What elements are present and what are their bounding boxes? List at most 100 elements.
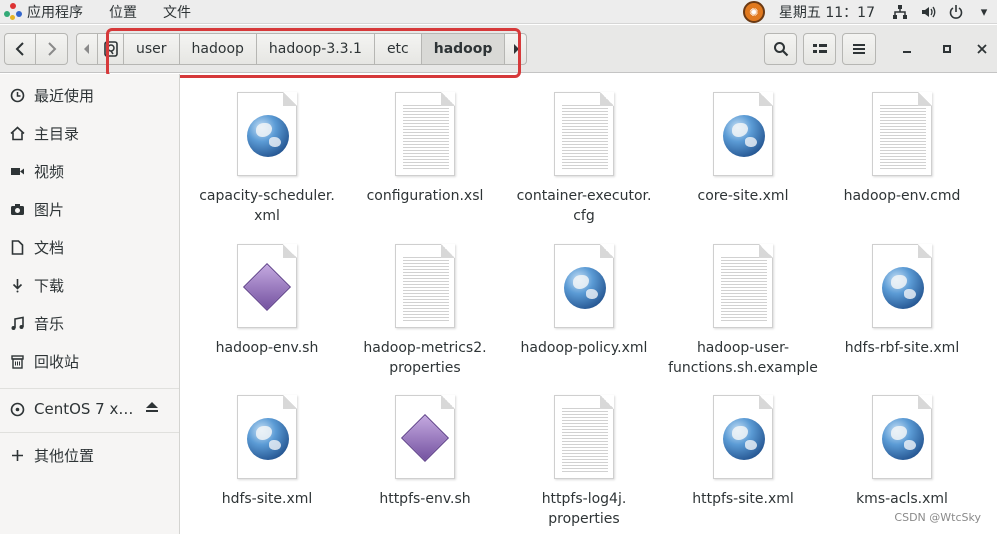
download-icon	[0, 278, 34, 293]
menu-files[interactable]: 文件	[163, 2, 203, 22]
file-item[interactable]: hadoop-metrics2. properties	[345, 244, 505, 378]
sidebar-item-documents[interactable]: 文档	[0, 228, 179, 266]
clock[interactable]: 星期五 11：17	[779, 2, 875, 22]
menu-applications[interactable]: 应用程序	[27, 2, 95, 22]
file-name: container-executor. cfg	[516, 188, 652, 224]
maximize-button[interactable]	[936, 38, 958, 60]
hamburger-icon	[853, 44, 865, 54]
file-item[interactable]: hdfs-site.xml	[187, 395, 347, 509]
sidebar-item-home[interactable]: 主目录	[0, 114, 179, 152]
sidebar-item-videos[interactable]: 视频	[0, 152, 179, 190]
user-avatar-icon[interactable]: ✺	[742, 1, 765, 23]
minimize-icon	[903, 51, 911, 53]
sidebar-item-pictures[interactable]: 图片	[0, 190, 179, 228]
sidebar-item-recent[interactable]: 最近使用	[0, 76, 179, 114]
file-name: httpfs-env.sh	[379, 491, 471, 507]
sidebar-item-label: 回收站	[34, 352, 80, 371]
sidebar-item-downloads[interactable]: 下载	[0, 266, 179, 304]
clock-icon	[0, 88, 34, 103]
sidebar-item-label: 音乐	[34, 314, 65, 333]
file-name: capacity-scheduler. xml	[199, 188, 335, 224]
file-name: hdfs-rbf-site.xml	[844, 340, 960, 356]
disc-icon	[0, 402, 34, 417]
sidebar-item-label: 图片	[34, 200, 65, 219]
sidebar-item-music[interactable]: 音乐	[0, 304, 179, 342]
file-name: hadoop-policy.xml	[520, 340, 648, 356]
xml-file-icon	[872, 395, 932, 479]
watermark: CSDN @WtcSky	[894, 511, 981, 524]
xml-file-icon	[872, 244, 932, 328]
music-icon	[0, 316, 34, 331]
camera-icon	[0, 202, 34, 217]
sidebar-item-label: 主目录	[34, 124, 80, 143]
list-view-icon	[812, 44, 827, 53]
forward-button[interactable]	[36, 33, 68, 65]
file-item[interactable]: hadoop-user- functions.sh.example	[663, 244, 823, 378]
close-icon	[977, 44, 987, 54]
text-file-icon	[395, 244, 455, 328]
view-toggle-button[interactable]	[803, 33, 836, 65]
file-item[interactable]: httpfs-log4j. properties	[504, 395, 664, 529]
path-scroll-left-button[interactable]	[76, 33, 98, 65]
file-name: hadoop-env.sh	[215, 340, 319, 356]
video-icon	[0, 164, 34, 179]
sidebar-divider	[0, 388, 179, 389]
xml-file-icon	[237, 92, 297, 176]
xml-file-icon	[713, 395, 773, 479]
eject-icon[interactable]	[145, 401, 159, 417]
file-name: hadoop-metrics2. properties	[363, 340, 487, 376]
file-name: configuration.xsl	[366, 188, 484, 204]
file-item[interactable]: core-site.xml	[663, 92, 823, 206]
xml-file-icon	[237, 395, 297, 479]
applications-icon[interactable]	[4, 2, 22, 21]
sidebar-item-label: 下载	[34, 276, 65, 295]
file-item[interactable]: capacity-scheduler. xml	[187, 92, 347, 226]
back-button[interactable]	[4, 33, 36, 65]
text-file-icon	[713, 244, 773, 328]
chevron-down-icon[interactable]: ▾	[975, 3, 993, 21]
file-item[interactable]: hadoop-env.cmd	[822, 92, 982, 206]
maximize-icon	[943, 45, 951, 53]
text-file-icon	[395, 92, 455, 176]
sidebar-divider	[0, 432, 179, 433]
minimize-button[interactable]	[896, 38, 918, 60]
sidebar-item-label: 视频	[34, 162, 65, 181]
script-file-icon	[237, 244, 297, 328]
path-highlight-box	[106, 28, 521, 78]
sidebar-item-device[interactable]: CentOS 7 x…	[0, 390, 179, 428]
volume-icon[interactable]	[919, 3, 937, 21]
file-grid: capacity-scheduler. xml configuration.xs…	[181, 74, 997, 534]
file-item[interactable]: hadoop-policy.xml	[504, 244, 664, 358]
file-name: httpfs-site.xml	[692, 491, 794, 507]
file-item[interactable]: hadoop-env.sh	[187, 244, 347, 358]
file-item[interactable]: hdfs-rbf-site.xml	[822, 244, 982, 358]
home-icon	[0, 125, 34, 141]
sidebar-item-label: 最近使用	[34, 86, 95, 105]
file-item[interactable]: httpfs-site.xml	[663, 395, 823, 509]
file-item[interactable]: kms-acls.xml	[822, 395, 982, 509]
power-icon[interactable]	[947, 3, 965, 21]
menu-places[interactable]: 位置	[109, 2, 149, 22]
file-name: hadoop-env.cmd	[843, 188, 961, 204]
plus-icon	[0, 449, 34, 462]
file-name: hdfs-site.xml	[221, 491, 313, 507]
menu-button[interactable]	[842, 33, 876, 65]
sidebar-item-label: 其他位置	[34, 446, 95, 465]
xml-file-icon	[713, 92, 773, 176]
file-item[interactable]: httpfs-env.sh	[345, 395, 505, 509]
network-icon[interactable]	[891, 3, 909, 21]
script-file-icon	[395, 395, 455, 479]
text-file-icon	[554, 395, 614, 479]
navigation-buttons	[4, 33, 68, 65]
text-file-icon	[872, 92, 932, 176]
file-name: kms-acls.xml	[856, 491, 948, 507]
xml-file-icon	[554, 244, 614, 328]
sidebar-item-trash[interactable]: 回收站	[0, 342, 179, 380]
close-button[interactable]	[971, 38, 993, 60]
file-item[interactable]: container-executor. cfg	[504, 92, 664, 226]
file-item[interactable]: configuration.xsl	[345, 92, 505, 206]
sidebar-item-other-locations[interactable]: 其他位置	[0, 436, 179, 474]
sidebar-item-label: CentOS 7 x…	[34, 400, 134, 418]
search-button[interactable]	[764, 33, 797, 65]
top-panel: 应用程序 位置 文件 ✺ 星期五 11：17 ▾	[0, 0, 997, 24]
